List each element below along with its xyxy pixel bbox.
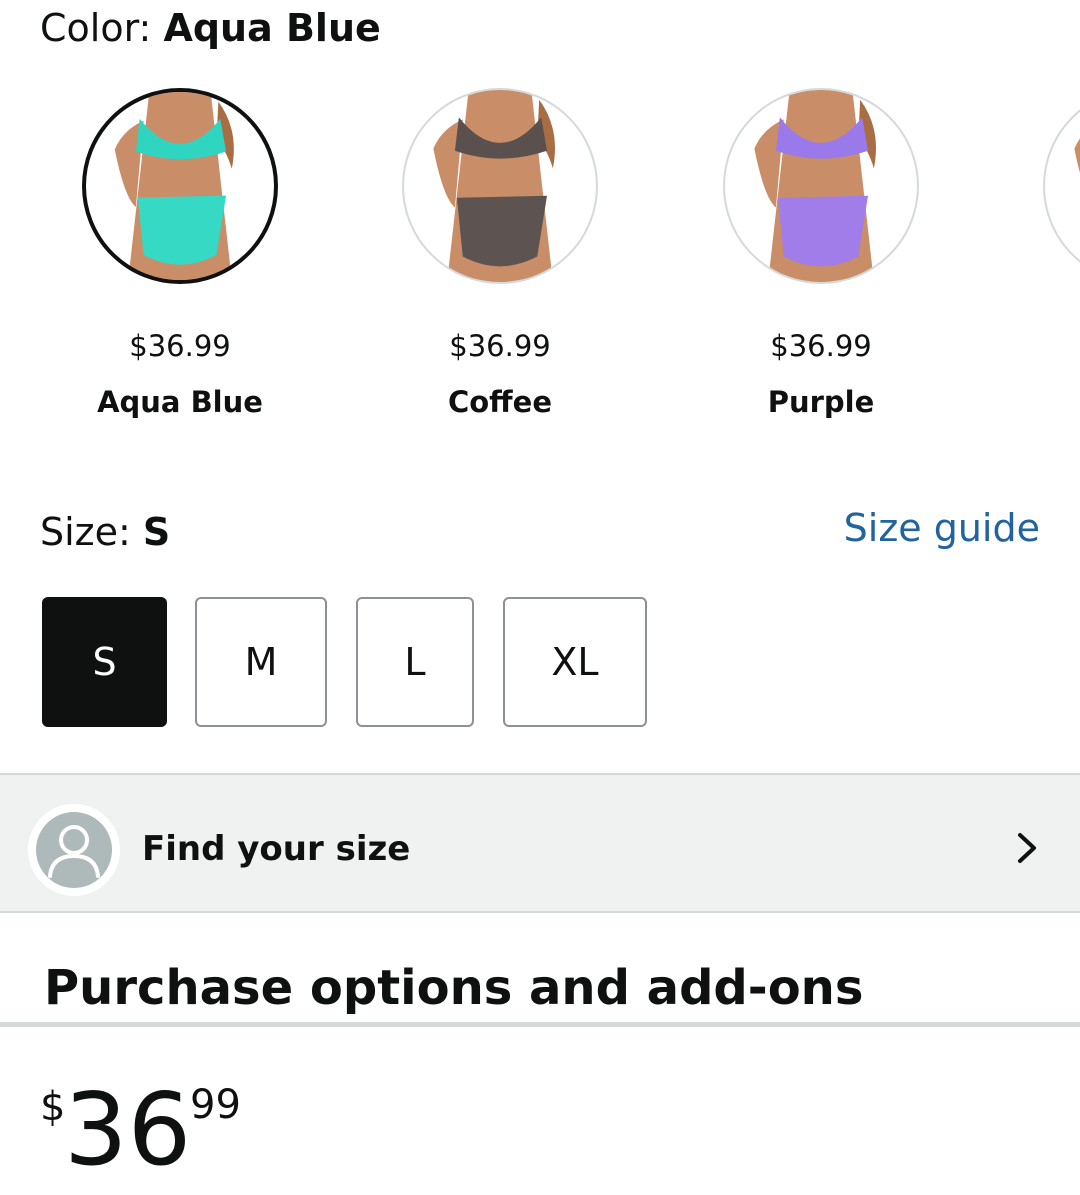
swatch-price: $36.99 (449, 329, 551, 363)
price-currency-symbol: $ (40, 1084, 66, 1130)
swatch-image[interactable] (723, 88, 919, 284)
size-option-xl[interactable]: XL (503, 597, 647, 727)
bikini-bottom-shape (777, 195, 869, 267)
swatch-name: Purple (767, 385, 875, 419)
size-guide-link[interactable]: Size guide (844, 504, 1040, 552)
bikini-bottom-shape (137, 195, 227, 265)
swatch-image[interactable] (1043, 88, 1080, 284)
chevron-right-icon (1018, 833, 1036, 863)
color-label-prefix: Color: (40, 6, 164, 50)
swatch-price: $36.99 (129, 329, 231, 363)
swatch-coffee[interactable]: $36.99 Coffee (375, 88, 625, 420)
swatch-name: R (1016, 328, 1080, 364)
bikini-bottom-shape (456, 195, 548, 267)
swatch-price: $36.99 (770, 329, 872, 363)
color-selection-label: Color: Aqua Blue (40, 4, 381, 52)
swimsuit-model-image (1074, 138, 1080, 173)
size-option-s[interactable]: S (42, 597, 167, 727)
swatch-image[interactable] (82, 88, 278, 284)
size-label-prefix: Size: (40, 510, 143, 554)
selected-size: S (142, 510, 171, 554)
size-option-l[interactable]: L (356, 597, 474, 727)
price-whole: 36 (64, 1071, 192, 1188)
selected-color-name: Aqua Blue (163, 6, 381, 50)
avatar (28, 804, 120, 896)
swatch-image[interactable] (402, 88, 598, 284)
color-swatch-carousel[interactable]: $36.99 Aqua Blue $36.99 Coffee $36.99 Pu… (0, 88, 1080, 428)
swatch-name: Coffee (447, 385, 553, 419)
size-option-m[interactable]: M (195, 597, 327, 727)
section-divider (0, 1022, 1080, 1027)
swimsuit-model-image (433, 90, 555, 282)
swatch-purple[interactable]: $36.99 Purple (696, 88, 946, 420)
size-selection-label: Size: S (40, 508, 170, 556)
find-your-size-row[interactable]: Find your size (0, 773, 1080, 913)
swatch-aqua-blue[interactable]: $36.99 Aqua Blue (55, 88, 305, 420)
purchase-options-heading: Purchase options and add-ons (44, 960, 864, 1016)
find-your-size-label: Find your size (142, 829, 411, 869)
user-silhouette-icon (36, 812, 112, 888)
swimsuit-model-image (754, 90, 876, 282)
swatch-name: Aqua Blue (97, 385, 263, 419)
swimsuit-model-image (114, 92, 234, 280)
price-fraction: 99 (190, 1082, 241, 1128)
swatch-partial[interactable]: R (1016, 88, 1080, 364)
